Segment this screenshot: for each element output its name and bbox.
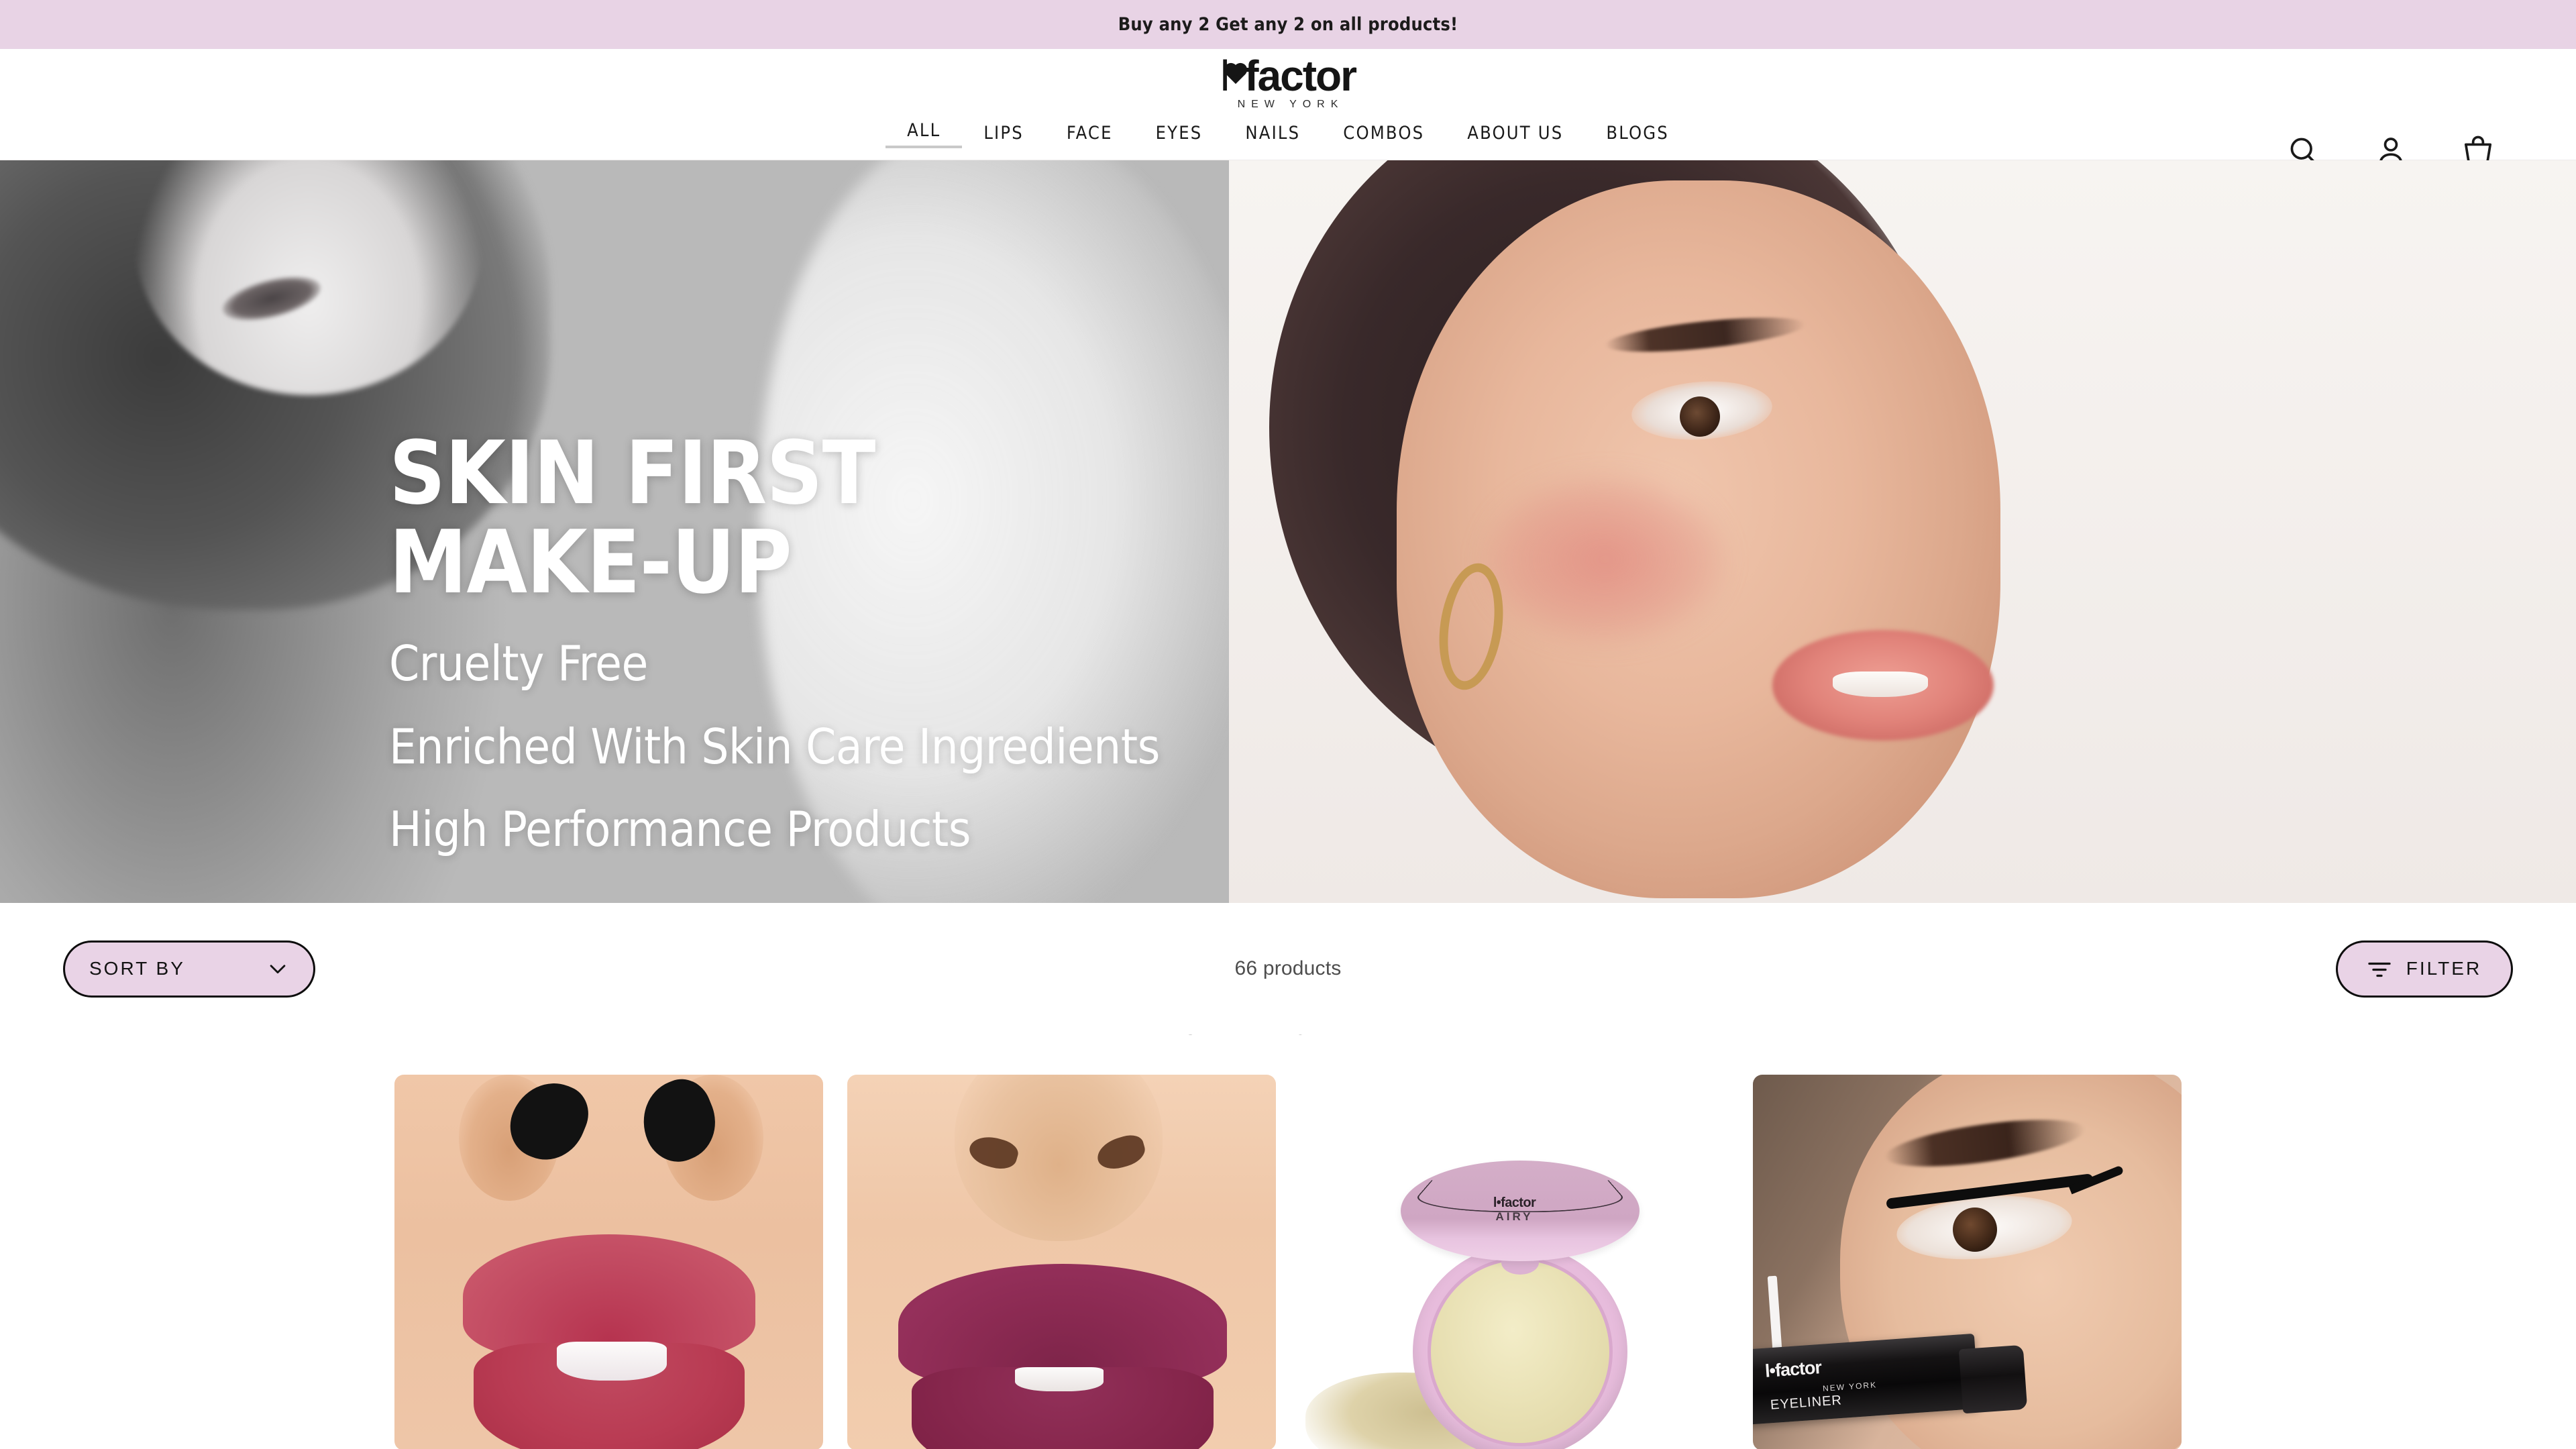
filter-icon <box>2367 959 2392 979</box>
product-image-airy-pressed-powder-compact[interactable]: l•factor AIRY <box>1300 1075 1729 1449</box>
announcement-bar: Buy any 2 Get any 2 on all products! <box>0 0 2576 49</box>
teeth <box>557 1342 667 1381</box>
heart-icon <box>1226 64 1246 85</box>
nav-item-combos[interactable]: COMBOS <box>1322 123 1446 148</box>
nav-item-face[interactable]: FACE <box>1045 123 1134 148</box>
product-card[interactable]: l•factor AIRY <box>1300 1075 1729 1449</box>
product-card[interactable] <box>394 1075 823 1449</box>
logo-wordmark: l factor <box>1220 52 1357 100</box>
hero-copy: SKIN FIRST MAKE-UP Cruelty Free Enriched… <box>389 160 1228 903</box>
upper-lip <box>463 1234 755 1359</box>
main-navigation: ALL LIPS FACE EYES NAILS COMBOS ABOUT US… <box>885 120 1690 148</box>
hero-feature-2: Enriched With Skin Care Ingredients <box>389 718 1160 775</box>
logo-word-factor: factor <box>1244 52 1357 100</box>
product-count: 66 products <box>1234 957 1342 979</box>
logo-tagline: NEW YORK <box>1237 98 1344 110</box>
model-iris <box>1680 396 1720 437</box>
site-header: l factor NEW YORK ALL LIPS FACE EYES NAI… <box>0 49 2576 165</box>
hero-banner[interactable]: SKIN FIRST MAKE-UP Cruelty Free Enriched… <box>0 160 2576 903</box>
model-blush <box>1484 476 1725 643</box>
sort-by-label: SORT BY <box>89 958 185 979</box>
nav-item-about-us[interactable]: ABOUT US <box>1446 123 1585 148</box>
hero-feature-3: High Performance Products <box>389 801 971 858</box>
filter-label: FILTER <box>2406 958 2482 979</box>
sort-by-button[interactable]: SORT BY <box>63 940 315 998</box>
nav-item-lips[interactable]: LIPS <box>962 123 1045 148</box>
hero-headline-line-1: SKIN FIRST <box>389 422 875 524</box>
product-image-berry-matte-lipstick-swatch[interactable] <box>847 1075 1276 1449</box>
hero-feature-1: Cruelty Free <box>389 635 648 692</box>
hero-headline-line-2: MAKE-UP <box>389 511 792 613</box>
nav-item-blogs[interactable]: BLOGS <box>1585 123 1690 148</box>
nav-item-nails[interactable]: NAILS <box>1224 123 1322 148</box>
eyeliner-cap <box>1958 1344 2028 1414</box>
eyeliner-brand-text: l•factor <box>1764 1357 1822 1381</box>
announcement-text: Buy any 2 Get any 2 on all products! <box>1118 14 1458 35</box>
product-card[interactable] <box>847 1075 1276 1449</box>
hero-image-model <box>1229 160 2576 903</box>
product-grid: l•factor AIRY l•factor NEW YORK EYELINER <box>0 1075 2576 1449</box>
nav-item-all[interactable]: ALL <box>885 120 963 148</box>
filter-button[interactable]: FILTER <box>2336 940 2513 998</box>
nav-item-eyes[interactable]: EYES <box>1134 123 1224 148</box>
model-iris <box>1953 1208 1997 1252</box>
compact-variant-text: AIRY <box>1495 1210 1534 1223</box>
compact-brand-text: l•factor <box>1493 1195 1536 1210</box>
collection-toolbar: SORT BY 66 products FILTER <box>0 903 2576 1034</box>
model-teeth <box>1833 672 1928 697</box>
hero-headline: SKIN FIRST MAKE-UP <box>389 429 1228 606</box>
powder-pan <box>1428 1257 1613 1446</box>
product-image-eyeliner-product[interactable]: l•factor NEW YORK EYELINER <box>1753 1075 2182 1449</box>
site-logo[interactable]: l factor NEW YORK <box>1220 52 1357 111</box>
teeth <box>1015 1367 1104 1391</box>
product-card[interactable]: l•factor NEW YORK EYELINER <box>1753 1075 2182 1449</box>
product-image-rosy-pink-lipstick-swatch[interactable] <box>394 1075 823 1449</box>
chevron-down-icon <box>266 957 289 980</box>
